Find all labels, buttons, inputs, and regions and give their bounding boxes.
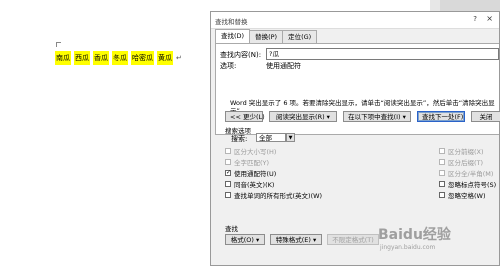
less-button[interactable]: << 更少(L): [225, 111, 265, 122]
reading-highlight-button[interactable]: 阅读突出显示(R) ▾: [269, 111, 337, 122]
highlighted-word[interactable]: 黄瓜: [157, 51, 173, 65]
checkbox-label: 忽略标点符号(S): [448, 181, 497, 189]
highlighted-word[interactable]: 冬瓜: [112, 51, 128, 65]
search-direction-label: 搜索:: [231, 135, 248, 143]
checkbox-label: 区分大小写(H): [234, 148, 277, 156]
highlighted-word-line[interactable]: 南瓜 西瓜 香瓜 冬瓜 哈密瓜 黄瓜 ↵: [55, 51, 182, 65]
chevron-down-icon[interactable]: ▼: [286, 133, 295, 142]
highlighted-word[interactable]: 香瓜: [93, 51, 109, 65]
match-prefix-checkbox[interactable]: 区分前缀(X): [439, 146, 484, 156]
ignore-spaces-checkbox[interactable]: 忽略空格(W): [439, 190, 486, 200]
highlighted-word[interactable]: 南瓜: [55, 51, 71, 65]
whole-word-checkbox[interactable]: 全字匹配(Y): [225, 157, 269, 167]
format-button[interactable]: 格式(O) ▾: [225, 234, 265, 245]
ignore-punctuation-checkbox[interactable]: 忽略标点符号(S): [439, 179, 496, 189]
document-canvas: 南瓜 西瓜 香瓜 冬瓜 哈密瓜 黄瓜 ↵: [0, 0, 210, 266]
find-in-button[interactable]: 在以下项中查找(I) ▾: [343, 111, 411, 122]
match-width-checkbox[interactable]: 区分全/半角(M): [439, 168, 493, 178]
no-formatting-button[interactable]: 不限定格式(T): [327, 234, 379, 245]
margin-corner-mark: [56, 42, 61, 47]
checkbox-box[interactable]: [225, 181, 231, 187]
checkbox-box-checked[interactable]: ✓: [225, 170, 231, 176]
special-button[interactable]: 特殊格式(E) ▾: [270, 234, 322, 245]
checkbox-label: 使用通配符(U): [234, 170, 277, 178]
match-case-checkbox[interactable]: 区分大小写(H): [225, 146, 276, 156]
highlighted-word[interactable]: 西瓜: [74, 51, 90, 65]
checkbox-box[interactable]: [439, 181, 445, 187]
watermark-logo: Baidu经验: [378, 227, 451, 243]
match-suffix-checkbox[interactable]: 区分后缀(T): [439, 157, 483, 167]
checkbox-box[interactable]: [439, 170, 445, 176]
find-section-heading: 查找: [225, 225, 238, 233]
help-button[interactable]: ?: [473, 15, 477, 23]
use-wildcards-checkbox[interactable]: ✓ 使用通配符(U): [225, 168, 276, 178]
find-what-label: 查找内容(N):: [220, 51, 262, 59]
highlighted-word[interactable]: 哈密瓜: [131, 51, 154, 65]
watermark-url: jingyan.baidu.com: [380, 244, 436, 251]
checkbox-label: 查找单词的所有形式(英文)(W): [234, 192, 323, 200]
paragraph-mark: ↵: [176, 54, 182, 62]
find-replace-dialog: 查找和替换 ? × 查找(D) 替换(P) 定位(G) 查找内容(N): ?瓜 …: [210, 11, 500, 266]
checkbox-label: 区分前缀(X): [448, 148, 484, 156]
find-next-button[interactable]: 查找下一处(F): [417, 111, 465, 122]
close-icon[interactable]: ×: [486, 14, 493, 23]
sounds-like-checkbox[interactable]: 同音(英文)(K): [225, 179, 274, 189]
bottom-button-row: 格式(O) ▾ 特殊格式(E) ▾ 不限定格式(T): [225, 234, 379, 245]
options-value: 使用通配符: [266, 62, 301, 70]
checkbox-label: 忽略空格(W): [448, 192, 486, 200]
search-direction-select[interactable]: 全部: [256, 133, 286, 142]
dialog-titlebar[interactable]: 查找和替换 ? ×: [211, 12, 499, 29]
all-word-forms-checkbox[interactable]: 查找单词的所有形式(英文)(W): [225, 190, 322, 200]
checkbox-label: 区分后缀(T): [448, 159, 484, 167]
dialog-tabs: 查找(D) 替换(P) 定位(G): [215, 29, 318, 43]
main-button-row: << 更少(L) 阅读突出显示(R) ▾ 在以下项中查找(I) ▾ 查找下一处(…: [225, 111, 500, 122]
checkbox-box[interactable]: [439, 148, 445, 154]
checkbox-box[interactable]: [225, 192, 231, 198]
tab-find[interactable]: 查找(D): [215, 29, 251, 43]
dialog-title: 查找和替换: [215, 18, 248, 26]
checkbox-label: 同音(英文)(K): [234, 181, 275, 189]
checkbox-box[interactable]: [225, 159, 231, 165]
checkbox-label: 区分全/半角(M): [448, 170, 494, 178]
tab-goto[interactable]: 定位(G): [282, 30, 318, 43]
checkbox-box[interactable]: [439, 159, 445, 165]
find-what-input[interactable]: ?瓜: [266, 48, 499, 60]
options-label: 选项:: [220, 62, 237, 70]
checkbox-box[interactable]: [439, 192, 445, 198]
checkbox-box[interactable]: [225, 148, 231, 154]
checkbox-label: 全字匹配(Y): [234, 159, 270, 167]
close-button[interactable]: 关闭: [471, 111, 500, 122]
tab-replace[interactable]: 替换(P): [249, 30, 284, 43]
